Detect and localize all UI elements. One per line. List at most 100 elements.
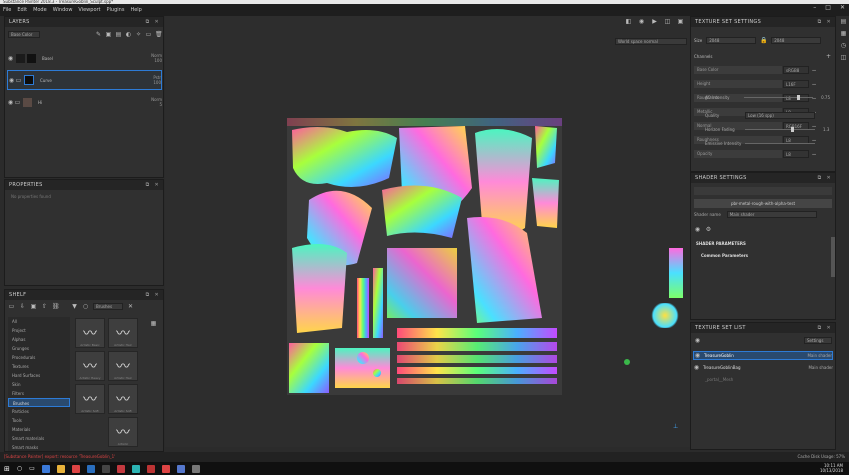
search-icon[interactable]: ○	[17, 465, 22, 472]
param-select[interactable]: Low (16 spp)	[745, 111, 815, 119]
remove-channel-icon[interactable]: −	[809, 81, 819, 88]
export-icon[interactable]: ⇧	[41, 303, 48, 310]
texture-set-item-selected[interactable]: ◉ TreasureGoblin Main shader	[693, 351, 833, 360]
folder-icon[interactable]: ▭	[145, 31, 152, 38]
eye-icon[interactable]: ◉	[7, 99, 14, 106]
outlook-icon[interactable]	[86, 464, 95, 473]
param-value[interactable]: 1.3	[823, 127, 829, 132]
remove-channel-icon[interactable]: −	[809, 151, 819, 158]
windows-start-icon[interactable]: ⊞	[4, 465, 10, 473]
settings-icon[interactable]: ⚙	[705, 226, 712, 233]
texture-set-item[interactable]: ◉ TreasureGoblinBag Main shader	[693, 363, 833, 372]
shelf-category-item[interactable]: Procedurals	[8, 353, 70, 362]
channel-select[interactable]: Base Color	[8, 31, 40, 38]
channel-format[interactable]: L8	[783, 150, 809, 158]
layer-opacity[interactable]: 100	[153, 80, 161, 85]
substance-painter-icon[interactable]	[146, 464, 155, 473]
effects-icon[interactable]: ✧	[135, 31, 142, 38]
folder-icon[interactable]: ▭	[8, 303, 15, 310]
shelf-category-item[interactable]: Particles	[8, 407, 70, 416]
add-layer-icon[interactable]: ▣	[105, 31, 112, 38]
shader-param-row[interactable]: Emissive Intensity	[705, 139, 830, 147]
shelf-category-item[interactable]: Textures	[8, 362, 70, 371]
eye-icon[interactable]: ◉	[694, 337, 701, 344]
app-icon[interactable]	[176, 464, 185, 473]
param-slider[interactable]	[744, 94, 814, 100]
brush-thumb[interactable]: 〰 Artistic Hair	[108, 351, 138, 381]
close-icon[interactable]: ✕	[155, 292, 160, 298]
shelf-category-item-selected[interactable]: Brushes	[8, 398, 70, 407]
shelf-category-item[interactable]: Hard Surfaces	[8, 371, 70, 380]
channel-format[interactable]: L16F	[783, 80, 809, 88]
task-view-icon[interactable]: ▭	[29, 465, 35, 472]
layer-row[interactable]: ◉ Basel Norm 100	[7, 50, 162, 66]
slider-handle[interactable]	[790, 126, 794, 132]
menu-window[interactable]: Window	[53, 7, 73, 13]
maximize-icon[interactable]: □	[825, 4, 831, 11]
shader-param-row[interactable]: Quality Low (16 spp)	[705, 111, 830, 119]
eye-icon[interactable]: ◉	[693, 364, 700, 371]
paint-brush-icon[interactable]: ✎	[95, 31, 102, 38]
clock[interactable]: 10:11 AM 10/13/2018	[820, 463, 843, 473]
brush-thumb[interactable]: 〰 Artistic Heavy	[75, 351, 105, 381]
file-explorer-icon[interactable]	[56, 464, 65, 473]
mask-icon[interactable]: ◐	[125, 31, 132, 38]
channel-row[interactable]: Height L16F −	[694, 79, 824, 89]
channel-row[interactable]: Base Color sRGB8−	[694, 65, 824, 75]
search-icon[interactable]: ○	[82, 303, 89, 310]
layer-row[interactable]: ◉ ▭ Hi Norm 5	[7, 94, 162, 110]
edge-icon[interactable]	[41, 464, 50, 473]
history-tab-icon[interactable]: ◷	[840, 42, 847, 49]
close-icon[interactable]: ✕	[155, 182, 160, 188]
display-tab-icon[interactable]: ◫	[840, 54, 847, 61]
shader-tabs[interactable]	[694, 187, 832, 195]
menu-mode[interactable]: Mode	[33, 7, 47, 13]
menu-edit[interactable]: Edit	[17, 7, 27, 13]
camera-icon[interactable]: ◧	[625, 18, 632, 25]
app-icon[interactable]	[131, 464, 140, 473]
close-icon[interactable]: ✕	[155, 19, 160, 25]
shelf-category-item[interactable]: Smart materials	[8, 434, 70, 443]
common-params-group[interactable]: Common Parameters	[701, 253, 748, 258]
close-icon[interactable]: ✕	[827, 19, 832, 25]
float-icon[interactable]: ⧉	[818, 175, 822, 181]
param-slider[interactable]	[745, 126, 815, 132]
terminal-icon[interactable]	[101, 464, 110, 473]
texture-set-item[interactable]: _portal__Mesh	[693, 375, 833, 384]
float-icon[interactable]: ⧉	[146, 19, 150, 25]
app-icon[interactable]	[191, 464, 200, 473]
layer-opacity[interactable]: 100	[154, 58, 162, 63]
float-icon[interactable]: ⧉	[818, 19, 822, 25]
float-icon[interactable]: ⧉	[146, 182, 150, 188]
layers-tab-icon[interactable]: ▤	[840, 18, 847, 25]
channel-format[interactable]: sRGB8	[783, 66, 809, 74]
settings-select[interactable]: Settings	[804, 337, 832, 344]
shelf-category-item[interactable]: Skin	[8, 380, 70, 389]
display-icon[interactable]: ▣	[677, 18, 684, 25]
screenshot-icon[interactable]: ◉	[638, 18, 645, 25]
layer-opacity[interactable]: 5	[159, 102, 162, 107]
layer-row-selected[interactable]: ◉ ▭ Curve Pstr 100	[7, 70, 162, 90]
clear-icon[interactable]: ✕	[127, 303, 134, 310]
lock-icon[interactable]: 🔒	[760, 37, 767, 44]
slider-handle[interactable]	[796, 94, 800, 100]
brush-thumb[interactable]: 〰 Artistic	[108, 417, 138, 447]
remove-channel-icon[interactable]: −	[809, 67, 819, 74]
shelf-category-item[interactable]: Smart masks	[8, 443, 70, 451]
shelf-tab-icon[interactable]: ▦	[840, 30, 847, 37]
eye-icon[interactable]: ◉	[694, 352, 701, 359]
shelf-category-item[interactable]: Tools	[8, 416, 70, 425]
menu-help[interactable]: Help	[130, 7, 141, 13]
eye-icon[interactable]: ◉	[8, 77, 15, 84]
chrome-icon[interactable]	[71, 464, 80, 473]
new-folder-icon[interactable]: ▣	[30, 303, 37, 310]
shelf-category-item[interactable]: Filters	[8, 389, 70, 398]
param-value[interactable]: 0.75	[821, 95, 830, 100]
scrollbar[interactable]	[831, 237, 835, 277]
shader-param-row[interactable]: AO Intensity 0.75	[705, 93, 830, 101]
app-icon[interactable]	[116, 464, 125, 473]
fill-layer-icon[interactable]: ▤	[115, 31, 122, 38]
brush-thumb[interactable]: 〰 Artistic Soft	[108, 384, 138, 414]
minimize-icon[interactable]: –	[813, 4, 816, 11]
menu-plugins[interactable]: Plugins	[107, 7, 125, 13]
